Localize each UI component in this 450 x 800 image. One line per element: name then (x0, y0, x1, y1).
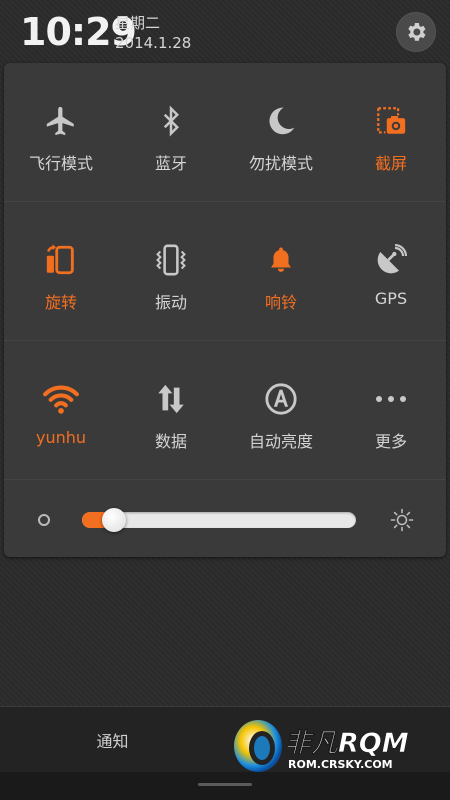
brightness-slider-thumb[interactable] (102, 508, 126, 532)
toggle-label: 旋转 (44, 293, 77, 312)
brightness-control (4, 480, 446, 557)
date: 2014.1.28 (115, 34, 192, 52)
toggle-label: GPS (374, 289, 408, 308)
toggle-row: 飞行模式 蓝牙 勿扰模式 截屏 (4, 63, 446, 201)
brightness-high-icon (390, 508, 414, 532)
settings-button[interactable] (396, 12, 436, 52)
brightness-low-icon (38, 514, 50, 526)
toggle-label: 蓝牙 (154, 154, 187, 173)
toggle-airplane[interactable]: 飞行模式 (6, 63, 116, 201)
auto-brightness-icon (265, 383, 297, 415)
navigation-footer (0, 772, 450, 800)
brightness-slider[interactable] (82, 508, 356, 532)
toggle-data[interactable]: 数据 (116, 341, 226, 479)
tab-label: 通知 (96, 732, 129, 751)
data-icon (158, 384, 184, 414)
weekday: 星期二 (115, 14, 161, 32)
toggle-label: 响铃 (264, 293, 297, 312)
gps-icon (377, 244, 407, 274)
toggle-gps[interactable]: GPS (336, 202, 446, 340)
toggle-ring[interactable]: 响铃 (226, 202, 336, 340)
toggle-dnd[interactable]: 勿扰模式 (226, 63, 336, 201)
watermark-brand: 非凡RQM (284, 728, 409, 759)
quick-settings-panel: 飞行模式 蓝牙 勿扰模式 截屏 旋转 振动 响铃 GPS yunhu 数据 自动… (4, 63, 446, 557)
toggle-auto-brightness[interactable]: 自动亮度 (226, 341, 336, 479)
wifi-icon (43, 385, 79, 414)
toggle-label: 飞行模式 (28, 154, 93, 173)
toggle-label: 数据 (154, 432, 187, 451)
watermark-logo: 非凡RQM ROM.CRSKY.COM (234, 720, 409, 772)
more-icon (376, 396, 406, 402)
toggle-row: yunhu 数据 自动亮度 更多 (4, 341, 446, 479)
toggle-rotate[interactable]: 旋转 (6, 202, 116, 340)
toggle-bluetooth[interactable]: 蓝牙 (116, 63, 226, 201)
toggle-label: 勿扰模式 (248, 154, 313, 173)
screenshot-icon (377, 107, 406, 134)
drag-handle[interactable] (198, 783, 252, 786)
toggle-label: yunhu (35, 428, 87, 447)
bell-icon (271, 247, 291, 272)
airplane-icon (46, 106, 74, 136)
tab-notifications[interactable]: 通知 (0, 707, 225, 773)
gear-icon (408, 23, 426, 41)
toggle-row: 旋转 振动 响铃 GPS (4, 202, 446, 340)
toggle-screenshot[interactable]: 截屏 (336, 63, 446, 201)
toggle-label: 振动 (154, 293, 187, 312)
toggle-label: 更多 (374, 432, 407, 451)
moon-icon (269, 107, 295, 135)
status-header: 10:29 星期二 2014.1.28 (0, 0, 450, 62)
watermark-url: ROM.CRSKY.COM (288, 758, 393, 771)
toggle-more[interactable]: 更多 (336, 341, 446, 479)
bluetooth-icon (163, 105, 180, 137)
toggle-label: 截屏 (374, 154, 407, 173)
toggle-vibrate[interactable]: 振动 (116, 202, 226, 340)
toggle-label: 自动亮度 (248, 432, 313, 451)
toggle-wifi[interactable]: yunhu (6, 341, 116, 479)
rotate-icon (46, 244, 74, 275)
vibrate-icon (156, 244, 186, 276)
